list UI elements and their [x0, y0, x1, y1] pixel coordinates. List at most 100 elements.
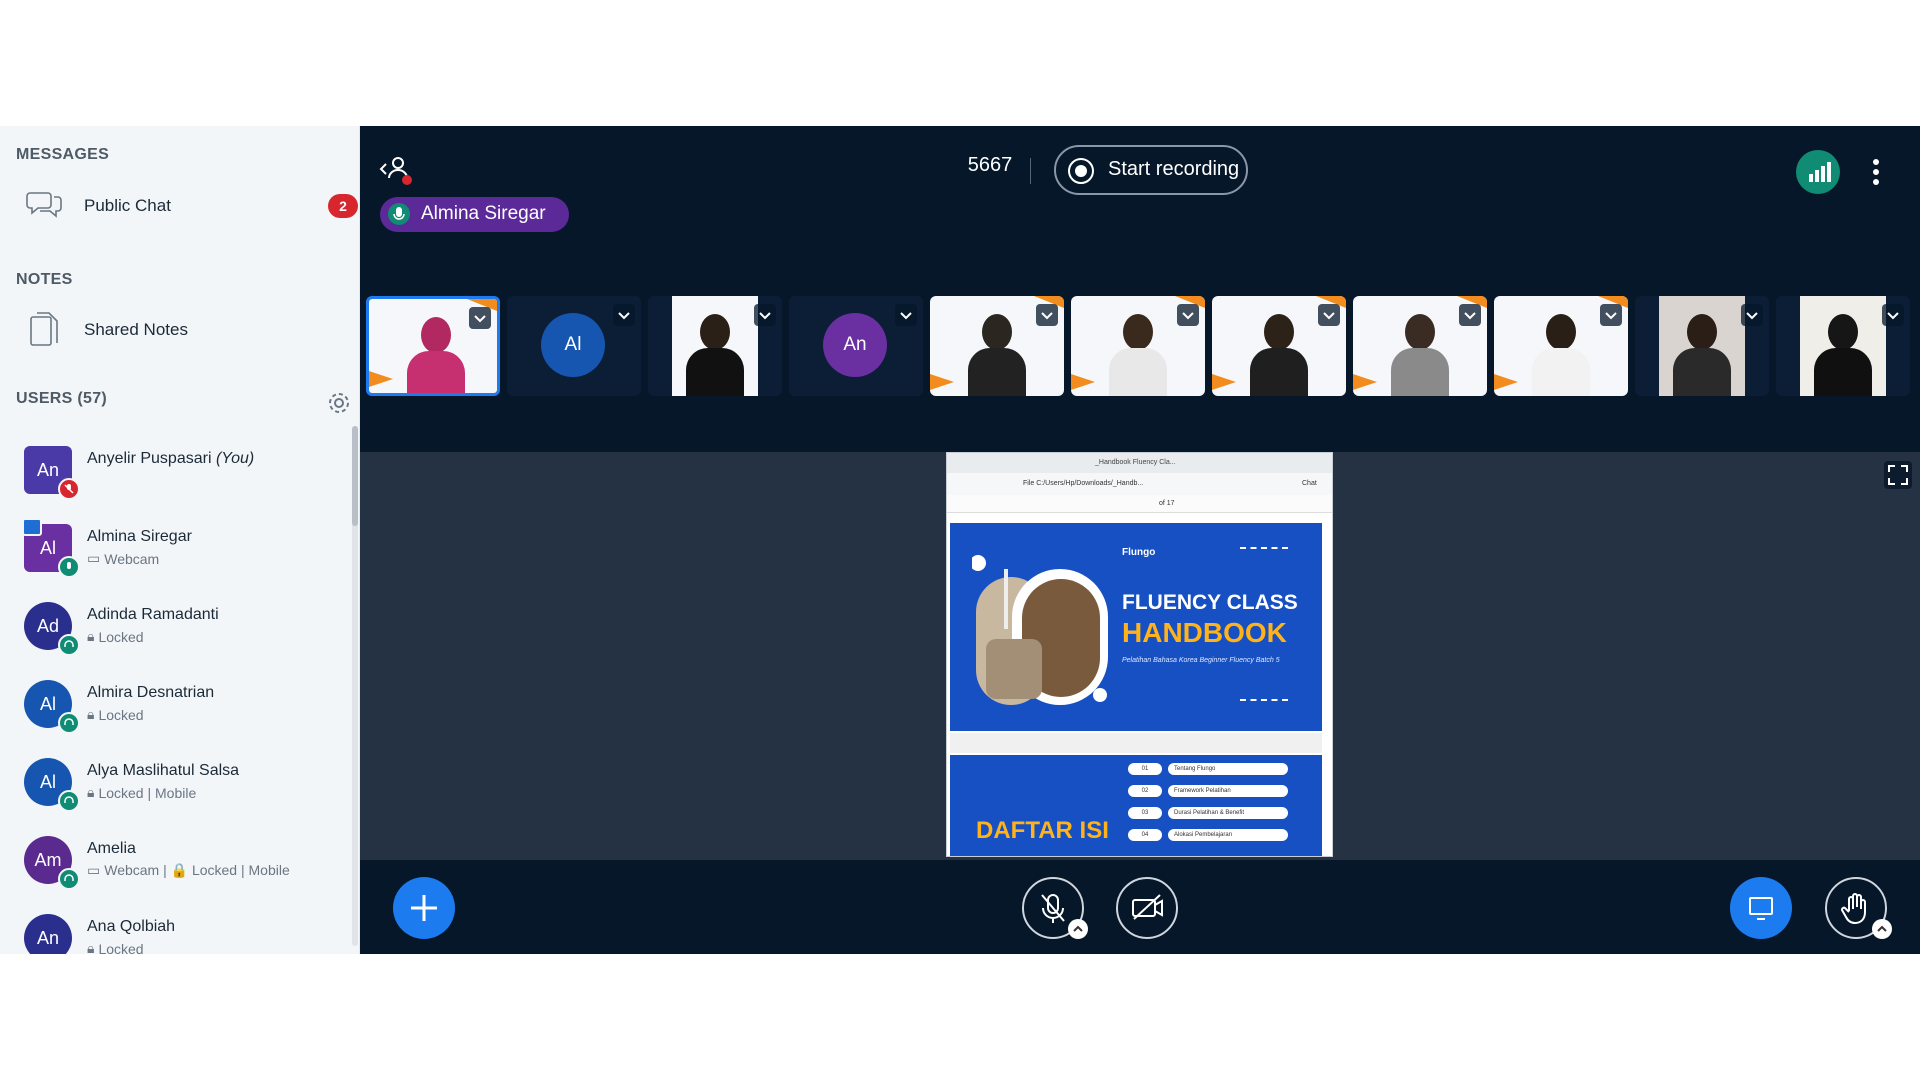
gear-icon[interactable] — [326, 390, 354, 418]
video-tile[interactable] — [930, 296, 1064, 396]
headset-icon — [58, 868, 80, 890]
browser-address-bar: File C:/Users/Hp/Downloads/_Handb... Chat — [947, 473, 1332, 495]
chevron-down-icon[interactable] — [1177, 304, 1199, 326]
participant-head — [982, 314, 1012, 350]
public-chat-item[interactable]: Public Chat 2 — [0, 178, 359, 234]
shared-notes-item[interactable]: Shared Notes — [0, 302, 359, 358]
plus-icon — [411, 895, 437, 921]
video-tile[interactable] — [1212, 296, 1346, 396]
user-status-text: Locked — [98, 628, 144, 645]
user-list-item[interactable]: Al Almina Siregar ▭ Webcam — [0, 514, 350, 592]
avatar: An — [823, 313, 887, 377]
video-tile[interactable] — [1071, 296, 1205, 396]
video-tile[interactable]: An — [789, 296, 923, 396]
chat-label: Chat — [1302, 480, 1317, 487]
talking-indicator[interactable]: Almina Siregar — [380, 197, 569, 232]
reactions-caret[interactable] — [1872, 919, 1892, 939]
user-status: ▭ Webcam — [87, 550, 159, 567]
user-list-item[interactable]: Am Amelia ▭ Webcam | 🔒 Locked | Mobile — [0, 826, 350, 904]
chevron-down-icon[interactable] — [1459, 304, 1481, 326]
video-tile[interactable] — [1776, 296, 1910, 396]
chevron-down-icon[interactable] — [1600, 304, 1622, 326]
user-name: Alya Maslihatul Salsa — [87, 762, 240, 779]
presenter-icon — [22, 518, 42, 536]
slide-title-line1: FLUENCY CLASS — [1122, 591, 1298, 614]
record-dot — [1075, 165, 1087, 177]
chevron-down-icon[interactable] — [1318, 304, 1340, 326]
participant-video — [407, 317, 465, 393]
toc-num: 03 — [1128, 807, 1162, 819]
page-info: of 17 — [1159, 500, 1175, 507]
user-list-scroll-thumb[interactable] — [352, 426, 358, 526]
participant-head — [1828, 314, 1858, 350]
lock-icon: 🔒︎ — [87, 706, 95, 722]
user-name: Adinda Ramadanti — [87, 606, 219, 623]
user-name: Ana Qolbiah — [87, 918, 176, 935]
slide-gap — [950, 733, 1322, 753]
user-status-text: Locked — [98, 940, 144, 955]
video-tile[interactable]: Al — [507, 296, 641, 396]
participant-body — [1532, 348, 1590, 396]
video-tile[interactable] — [1353, 296, 1487, 396]
user-status: 🔒︎ Locked — [87, 628, 144, 645]
chevron-down-icon[interactable] — [1741, 304, 1763, 326]
toc-label: Alokasi Pembelajaran — [1168, 829, 1288, 841]
video-tile[interactable] — [1635, 296, 1769, 396]
avatar: An — [24, 914, 72, 954]
slide-page-toc: DAFTAR ISI 01 Tentang Flungo 02 Framework … — [950, 755, 1322, 856]
chevron-down-icon[interactable] — [1036, 304, 1058, 326]
participant-body — [1814, 348, 1872, 396]
user-status: 🔒︎ Locked — [87, 940, 144, 954]
slide-photo — [970, 549, 1110, 709]
public-chat-label: Public Chat — [84, 196, 171, 215]
shared-screen[interactable]: _Handbook Fluency Cla... File C:/Users/H… — [946, 452, 1333, 857]
participant-body — [1250, 348, 1308, 396]
user-status-text: Locked — [98, 706, 144, 723]
user-status: 🔒︎ Locked — [87, 706, 144, 723]
connection-bars-icon[interactable] — [1796, 150, 1840, 194]
video-tile[interactable] — [366, 296, 500, 396]
participant-body — [1673, 348, 1731, 396]
microphone-icon — [58, 556, 80, 578]
user-name: Almira Desnatrian — [87, 684, 215, 701]
participant-body — [968, 348, 1026, 396]
participant-video — [1814, 314, 1872, 396]
sidebar: MESSAGES Public Chat 2 NOTES Shared Note… — [0, 126, 360, 954]
presentation-button[interactable] — [1730, 877, 1792, 939]
user-status-text: Webcam | 🔒 Locked | Mobile — [104, 862, 290, 878]
chevron-down-icon[interactable] — [895, 304, 917, 326]
audio-options-caret[interactable] — [1068, 919, 1088, 939]
start-recording-button[interactable]: Start recording — [1054, 145, 1248, 195]
video-tile[interactable] — [648, 296, 782, 396]
participant-video — [1109, 314, 1167, 396]
chevron-down-icon[interactable] — [754, 304, 776, 326]
share-webcam-button[interactable] — [1116, 877, 1178, 939]
user-list-item[interactable]: Al Almira Desnatrian 🔒︎ Locked — [0, 670, 350, 748]
lock-icon: 🔒︎ — [87, 784, 95, 800]
user-status: ▭ Webcam | 🔒 Locked | Mobile — [87, 862, 290, 879]
user-name-text: Anyelir Puspasari — [87, 450, 212, 467]
participant-body — [686, 348, 744, 396]
user-list-item[interactable]: Al Alya Maslihatul Salsa 🔒︎ Locked | Mobi… — [0, 748, 350, 826]
user-list-item[interactable]: An Anyelir Puspasari (You) — [0, 436, 350, 514]
divider — [1030, 158, 1031, 184]
kebab-menu-icon[interactable] — [1864, 152, 1888, 192]
unread-badge: 2 — [328, 194, 358, 218]
user-name: Amelia — [87, 840, 136, 857]
toc-num: 04 — [1128, 829, 1162, 841]
slide-decoration — [1240, 547, 1288, 555]
toc-row: 03 Durasi Pelatihan & Benefit — [1128, 807, 1288, 819]
chevron-down-icon[interactable] — [613, 304, 635, 326]
video-tile[interactable] — [1494, 296, 1628, 396]
chevron-down-icon[interactable] — [1882, 304, 1904, 326]
headset-icon — [58, 712, 80, 734]
user-list-toggle-icon[interactable] — [378, 152, 414, 186]
chevron-down-icon[interactable] — [469, 307, 491, 329]
actions-button[interactable] — [393, 877, 455, 939]
user-list-item[interactable]: An Ana Qolbiah 🔒︎ Locked — [0, 904, 350, 954]
user-status-text: Locked | Mobile — [98, 784, 197, 801]
user-list-item[interactable]: Ad Adinda Ramadanti 🔒︎ Locked — [0, 592, 350, 670]
fullscreen-icon[interactable] — [1884, 461, 1912, 489]
user-name: Anyelir Puspasari (You) — [87, 450, 254, 468]
participant-video — [1532, 314, 1590, 396]
